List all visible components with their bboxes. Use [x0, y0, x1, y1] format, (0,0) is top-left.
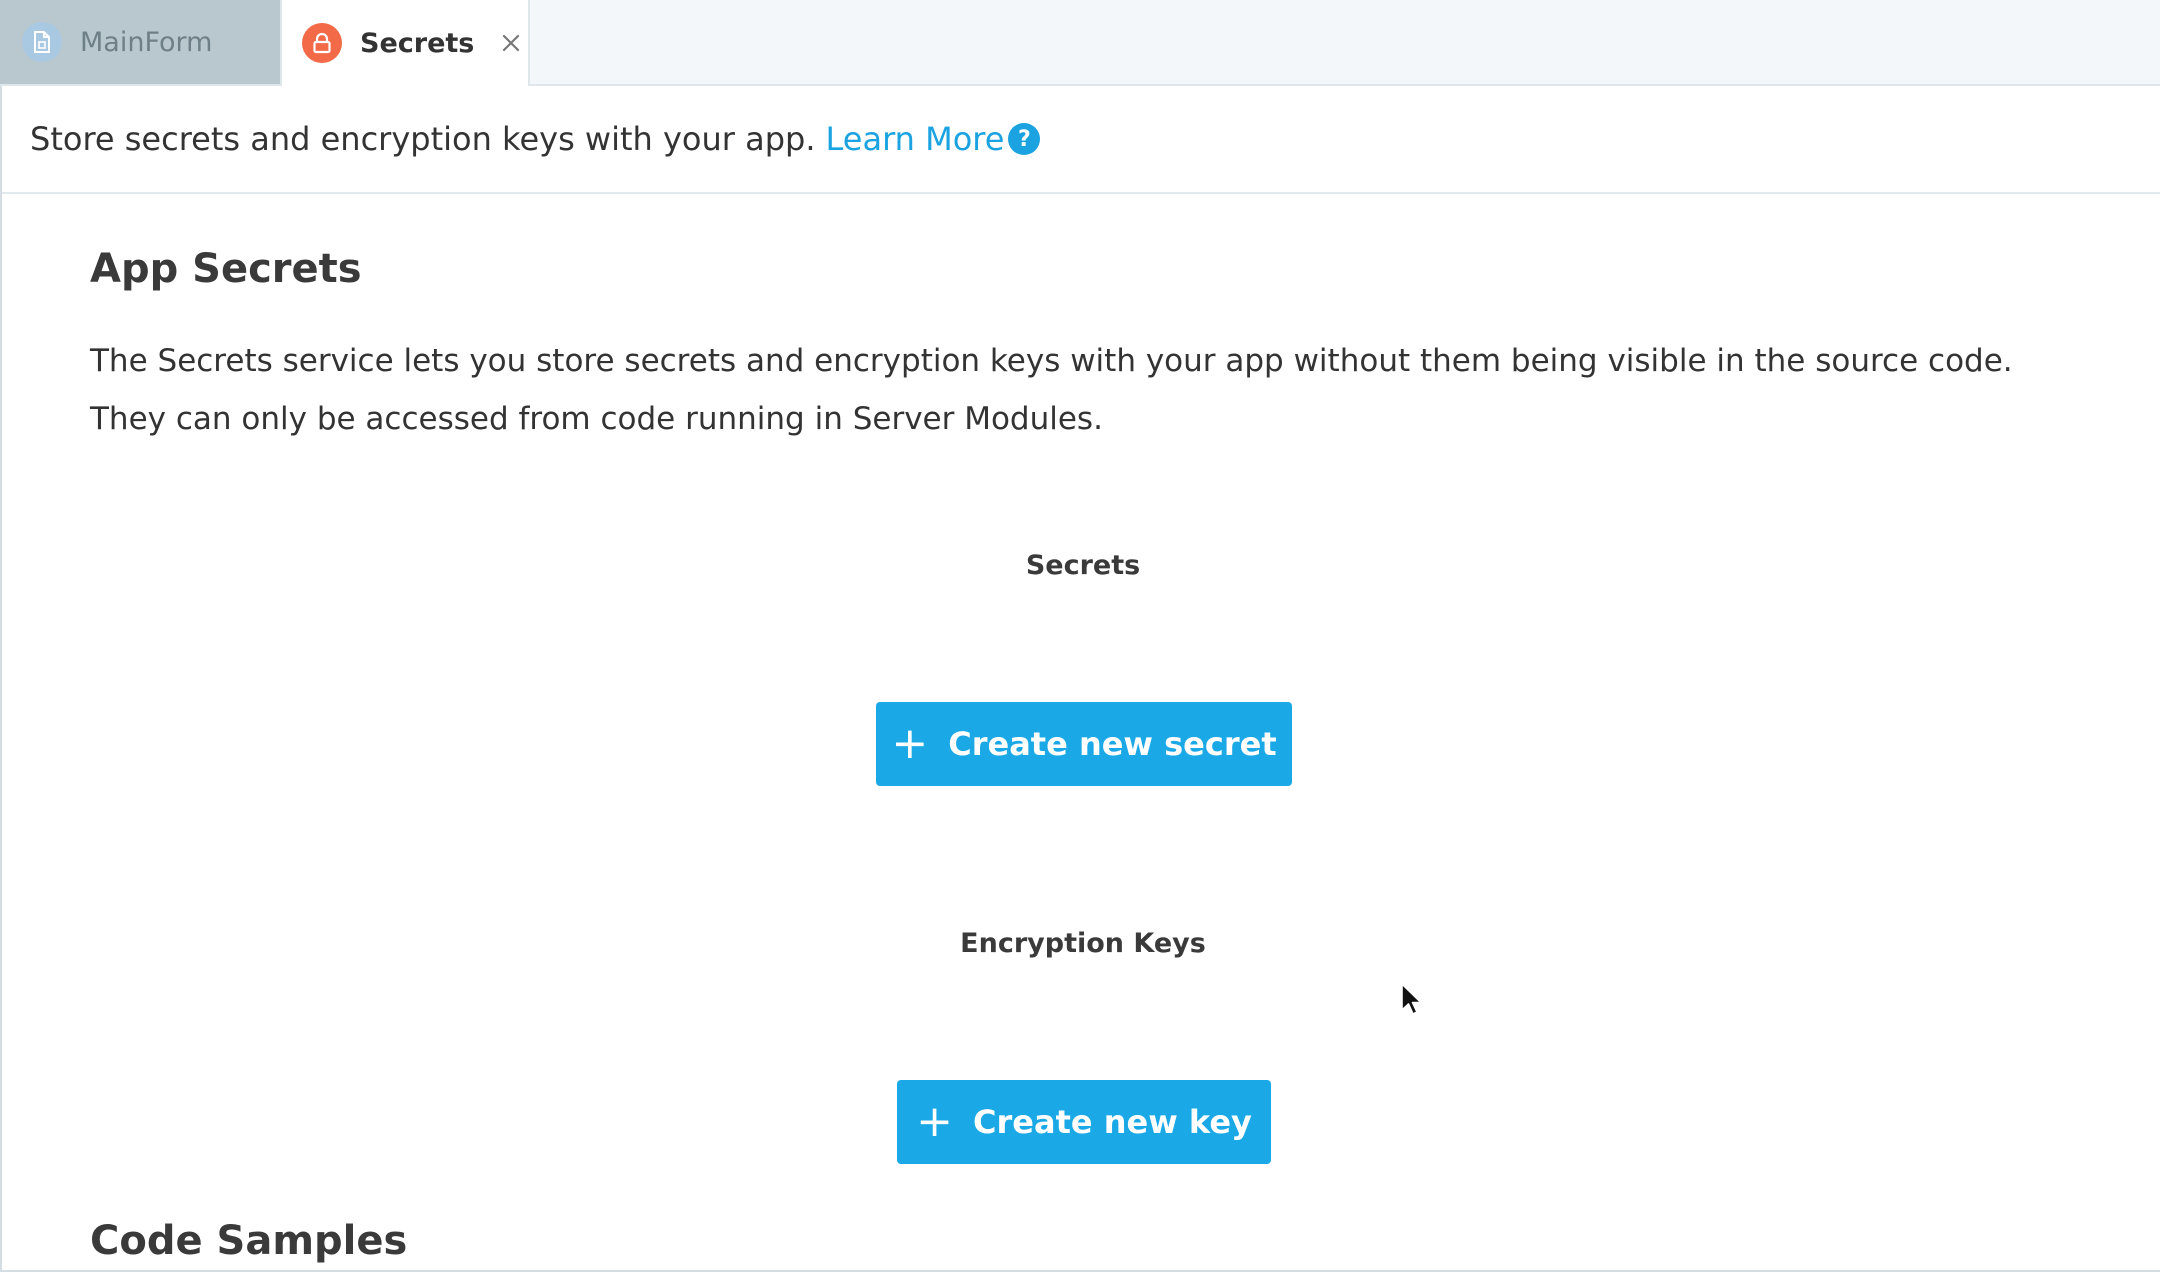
encryption-keys-heading: Encryption Keys — [960, 928, 1206, 959]
close-icon[interactable] — [498, 30, 524, 56]
tab-secrets[interactable]: Secrets — [282, 0, 530, 86]
learn-more-link[interactable]: Learn More — [826, 120, 1005, 158]
tab-label: Secrets — [360, 27, 475, 59]
tab-mainform[interactable]: MainForm — [0, 0, 282, 84]
tab-bar: MainForm Secrets — [0, 0, 2160, 86]
create-secret-button[interactable]: + Create new secret — [876, 702, 1292, 786]
secrets-heading: Secrets — [1025, 550, 1141, 581]
info-text: Store secrets and encryption keys with y… — [30, 120, 816, 158]
form-file-icon — [22, 22, 62, 62]
tab-label: MainForm — [80, 26, 213, 58]
code-samples-title: Code Samples — [90, 1218, 408, 1264]
lock-icon — [302, 23, 342, 63]
plus-icon: + — [891, 718, 929, 769]
mouse-cursor-icon — [1400, 982, 1424, 1022]
create-secret-label: Create new secret — [948, 725, 1277, 763]
plus-icon: + — [916, 1096, 953, 1147]
create-key-label: Create new key — [973, 1103, 1252, 1141]
service-description: The Secrets service lets you store secre… — [90, 343, 2013, 437]
help-icon[interactable]: ? — [1008, 123, 1041, 155]
create-key-button[interactable]: + Create new key — [897, 1080, 1271, 1164]
info-bar: Store secrets and encryption keys with y… — [2, 86, 2160, 194]
page-title: App Secrets — [90, 246, 362, 292]
